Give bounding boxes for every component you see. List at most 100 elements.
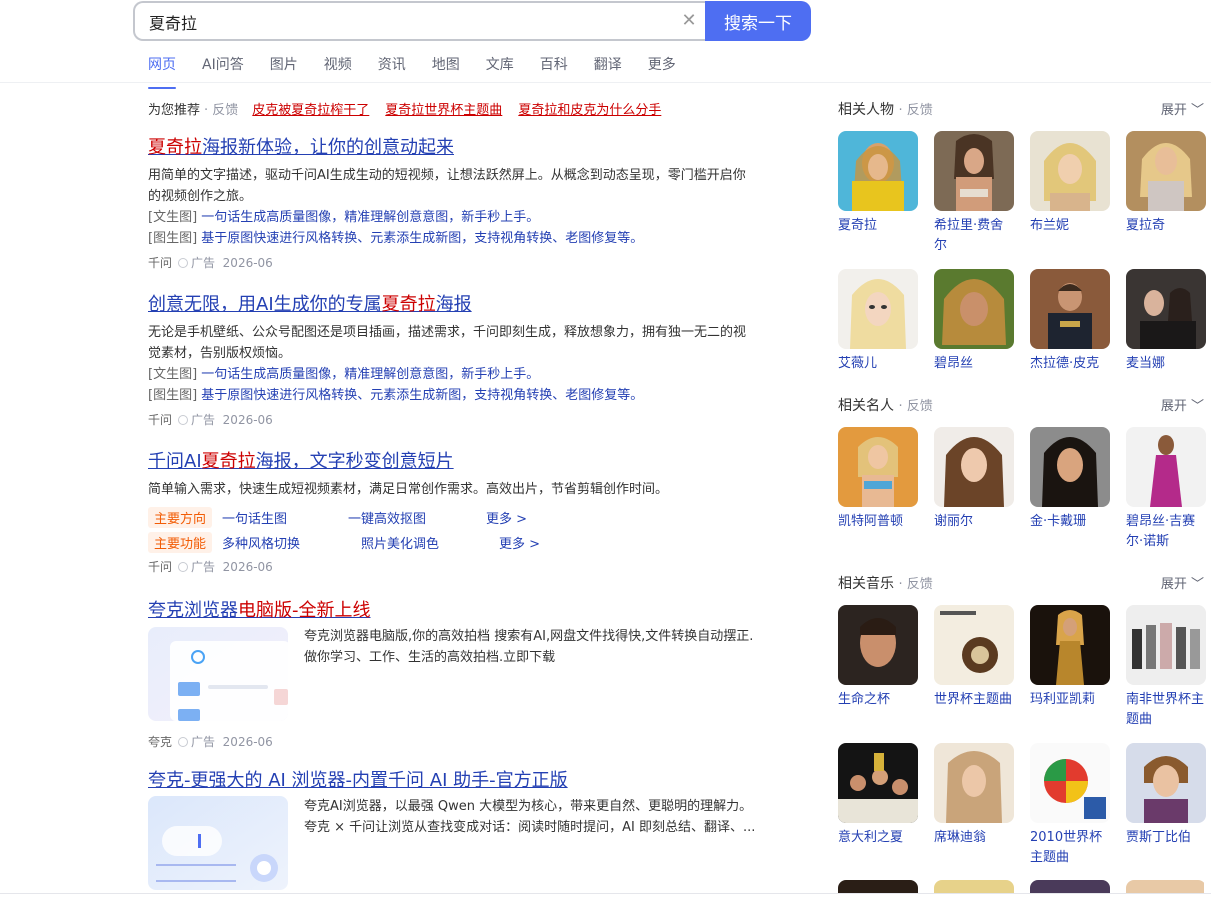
recommend-link[interactable]: 夏奇拉世界杯主题曲 [385,99,502,118]
feedback-link[interactable]: · 反馈 [898,399,932,414]
more-link[interactable]: 更多 > [486,508,527,527]
person-image [934,427,1014,507]
tab-videos[interactable]: 视频 [324,55,352,83]
related-card[interactable]: 夏拉奇 [1126,131,1206,236]
result-thumbnail[interactable] [148,796,288,890]
album-cover[interactable] [1126,880,1204,893]
result-date: 2026-06 [222,560,273,574]
close-icon[interactable]: ✕ [679,11,699,31]
tab-news[interactable]: 资讯 [378,55,406,83]
card-name: 席琳迪翁 [934,830,987,845]
card-grid: 凯特阿普顿 谢丽尔 金·卡戴珊 碧昂丝·吉赛尔·诺斯 [838,427,1206,567]
card-grid: 夏奇拉 希拉里·费舍尔 布兰妮 夏拉奇 艾薇儿 碧昂丝 杰拉德·皮克 麦当娜 [838,131,1206,399]
chip-link[interactable]: 照片美化调色 [361,533,499,552]
result-title-link[interactable]: 夸克浏览器电脑版-全新上线 [148,596,371,622]
related-card[interactable]: 贾斯丁比伯 [1126,743,1206,848]
album-cover [934,743,1014,823]
feedback-link[interactable]: · 反馈 [898,577,932,592]
sublink[interactable]: 基于原图快速进行风格转换、元素添生成新图，支持视角转换、老图修复等。 [201,388,643,403]
expand-button[interactable]: 展开 ﹀ [1161,99,1204,119]
related-card[interactable]: 意大利之夏 [838,743,918,848]
sublink[interactable]: 一句话生成高质量图像，精准理解创意意图，新手秒上手。 [201,367,539,382]
result-sublink-row: [图生图] 基于原图快速进行风格转换、元素添生成新图，支持视角转换、老图修复等。 [148,228,758,249]
card-name: 夏奇拉 [838,218,878,233]
ad-icon [178,737,189,747]
related-card[interactable]: 布兰妮 [1030,131,1110,236]
chip-link[interactable]: 一句话生图 [222,508,348,527]
ad-label: 广告 [191,256,216,270]
album-cover [1126,605,1206,685]
person-image [934,269,1014,349]
related-card[interactable]: 席琳迪翁 [934,743,1014,848]
search-input[interactable] [147,3,671,41]
result-description: 夸克浏览器电脑版,你的高效拍档 搜索有AI,网盘文件找得快,文件转换自动摆正.做… [304,629,754,665]
album-cover[interactable] [1030,880,1110,893]
sublink[interactable]: 一句话生成高质量图像，精准理解创意意图，新手秒上手。 [201,210,539,225]
tab-more[interactable]: 更多 [648,55,676,83]
tab-web[interactable]: 网页 [148,55,176,89]
more-cards-row [838,880,1204,893]
person-image [838,131,918,211]
tab-maps[interactable]: 地图 [432,55,460,83]
chip-link[interactable]: 一键高效抠图 [348,508,486,527]
title-text: 创意无限，用AI生成你的专属 [148,294,382,315]
related-card[interactable]: 金·卡戴珊 [1030,427,1110,532]
related-card[interactable]: 玛利亚凯莉 [1030,605,1110,710]
related-card[interactable]: 杰拉德·皮克 [1030,269,1110,374]
card-name: 麦当娜 [1126,356,1166,371]
related-card[interactable]: 2010世界杯主题曲 [1030,743,1110,868]
search-result: 千问AI夏奇拉海报，文字秒变创意短片 简单输入需求，快速生成短视频素材，满足日常… [148,447,758,575]
desc-line: 夸克AI浏览器，以最强 Qwen 大模型为核心，带来更自然、更聪明的理解力。 [304,799,753,814]
result-title-link[interactable]: 创意无限，用AI生成你的专属夏奇拉海报 [148,290,472,316]
expand-button[interactable]: 展开 ﹀ [1161,573,1204,593]
related-card[interactable]: 凯特阿普顿 [838,427,918,532]
tab-library[interactable]: 文库 [486,55,514,83]
search-button[interactable]: 搜索一下 [705,1,811,41]
result-meta: 千问 广告 2026-06 [148,254,758,271]
related-card[interactable]: 生命之杯 [838,605,918,710]
album-cover[interactable] [838,880,918,893]
tab-encyclopedia[interactable]: 百科 [540,55,568,83]
chip-row: 主要方向 一句话生图 一键高效抠图 更多 > [148,506,758,528]
album-cover [934,605,1014,685]
title-highlight: 电脑版-全新上线 [238,600,371,621]
result-thumbnail[interactable] [148,627,288,721]
more-link[interactable]: 更多 > [499,533,540,552]
related-card[interactable]: 夏奇拉 [838,131,918,236]
related-card[interactable]: 南非世界杯主题曲 [1126,605,1206,730]
related-card[interactable]: 谢丽尔 [934,427,1014,532]
person-image [934,131,1014,211]
title-text: 夸克浏览器 [148,600,238,621]
sublink-tag: [文生图] [148,367,198,382]
feedback-link[interactable]: · 反馈 [898,103,932,118]
related-card[interactable]: 碧昂丝 [934,269,1014,374]
related-card[interactable]: 碧昂丝·吉赛尔·诺斯 [1126,427,1206,552]
card-name: 碧昂丝·吉赛尔·诺斯 [1126,514,1196,549]
tab-ai[interactable]: AI问答 [202,55,244,83]
related-card[interactable]: 希拉里·费舍尔 [934,131,1014,256]
chip-link[interactable]: 多种风格切换 [222,533,361,552]
result-source: 千问 [148,256,173,270]
recommend-link[interactable]: 皮克被夏奇拉榨干了 [252,99,369,118]
recommend-feedback[interactable]: · 反馈 [204,99,238,118]
result-title-link[interactable]: 千问AI夏奇拉海报，文字秒变创意短片 [148,447,454,473]
result-meta: 千问 广告 2026-06 [148,558,758,575]
recommend-link[interactable]: 夏奇拉和皮克为什么分手 [518,99,661,118]
card-grid: 生命之杯 世界杯主题曲 玛利亚凯莉 南非世界杯主题曲 意大利之夏 席琳迪翁 20… [838,605,1206,905]
section-title: 相关音乐 · 反馈 [838,576,933,592]
tab-images[interactable]: 图片 [270,55,298,83]
result-title-link[interactable]: 夏奇拉海报新体验，让你的创意动起来 [148,133,454,159]
tab-translate[interactable]: 翻译 [594,55,622,83]
related-card[interactable]: 麦当娜 [1126,269,1206,374]
album-cover[interactable] [934,880,1014,893]
section-header: 相关人物 · 反馈 展开 ﹀ [838,99,1204,119]
result-title-link[interactable]: 夸克-更强大的 AI 浏览器-内置千问 AI 助手-官方正版 [148,766,568,792]
result-source: 千问 [148,413,173,427]
related-card[interactable]: 世界杯主题曲 [934,605,1014,710]
card-name: 玛利亚凯莉 [1030,692,1096,707]
album-cover [1126,743,1206,823]
related-card[interactable]: 艾薇儿 [838,269,918,374]
expand-button[interactable]: 展开 ﹀ [1161,395,1204,415]
result-date: 2026-06 [222,735,273,749]
sublink[interactable]: 基于原图快速进行风格转换、元素添生成新图，支持视角转换、老图修复等。 [201,231,643,246]
